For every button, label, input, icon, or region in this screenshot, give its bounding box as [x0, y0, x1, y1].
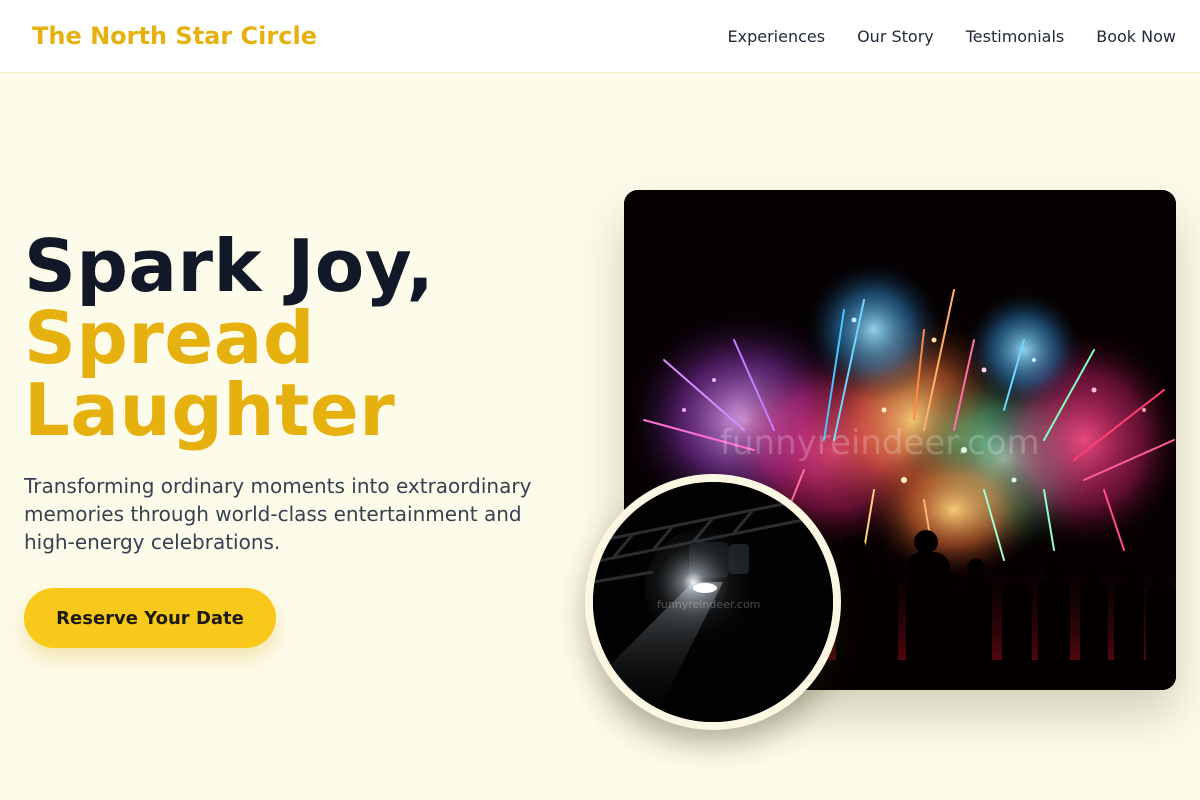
- hero-title-line3: Laughter: [24, 368, 396, 452]
- nav-link-experiences[interactable]: Experiences: [728, 27, 826, 46]
- hero-subtitle: Transforming ordinary moments into extra…: [24, 474, 532, 554]
- inset-image-watermark: funnyreindeer.com: [657, 598, 760, 611]
- hero-title: Spark Joy, Spread Laughter: [24, 230, 434, 446]
- nav-link-book-now[interactable]: Book Now: [1096, 27, 1176, 46]
- hero-title-line1: Spark Joy,: [24, 224, 435, 308]
- hero-title-line2: Spread: [24, 296, 315, 380]
- stage-spotlight-illustration: funnyreindeer.com: [593, 482, 833, 722]
- main-image-watermark: funnyreindeer.com: [720, 423, 1040, 463]
- spotlight-photo-frame: funnyreindeer.com: [585, 474, 841, 730]
- nav-link-testimonials[interactable]: Testimonials: [966, 27, 1065, 46]
- reserve-date-button[interactable]: Reserve Your Date: [24, 588, 276, 648]
- site-header: The North Star Circle Experiences Our St…: [0, 0, 1200, 73]
- main-nav: Experiences Our Story Testimonials Book …: [728, 27, 1176, 46]
- brand-logo[interactable]: The North Star Circle: [32, 22, 317, 50]
- stage-spotlight-photo: funnyreindeer.com: [593, 482, 833, 722]
- nav-link-our-story[interactable]: Our Story: [857, 27, 934, 46]
